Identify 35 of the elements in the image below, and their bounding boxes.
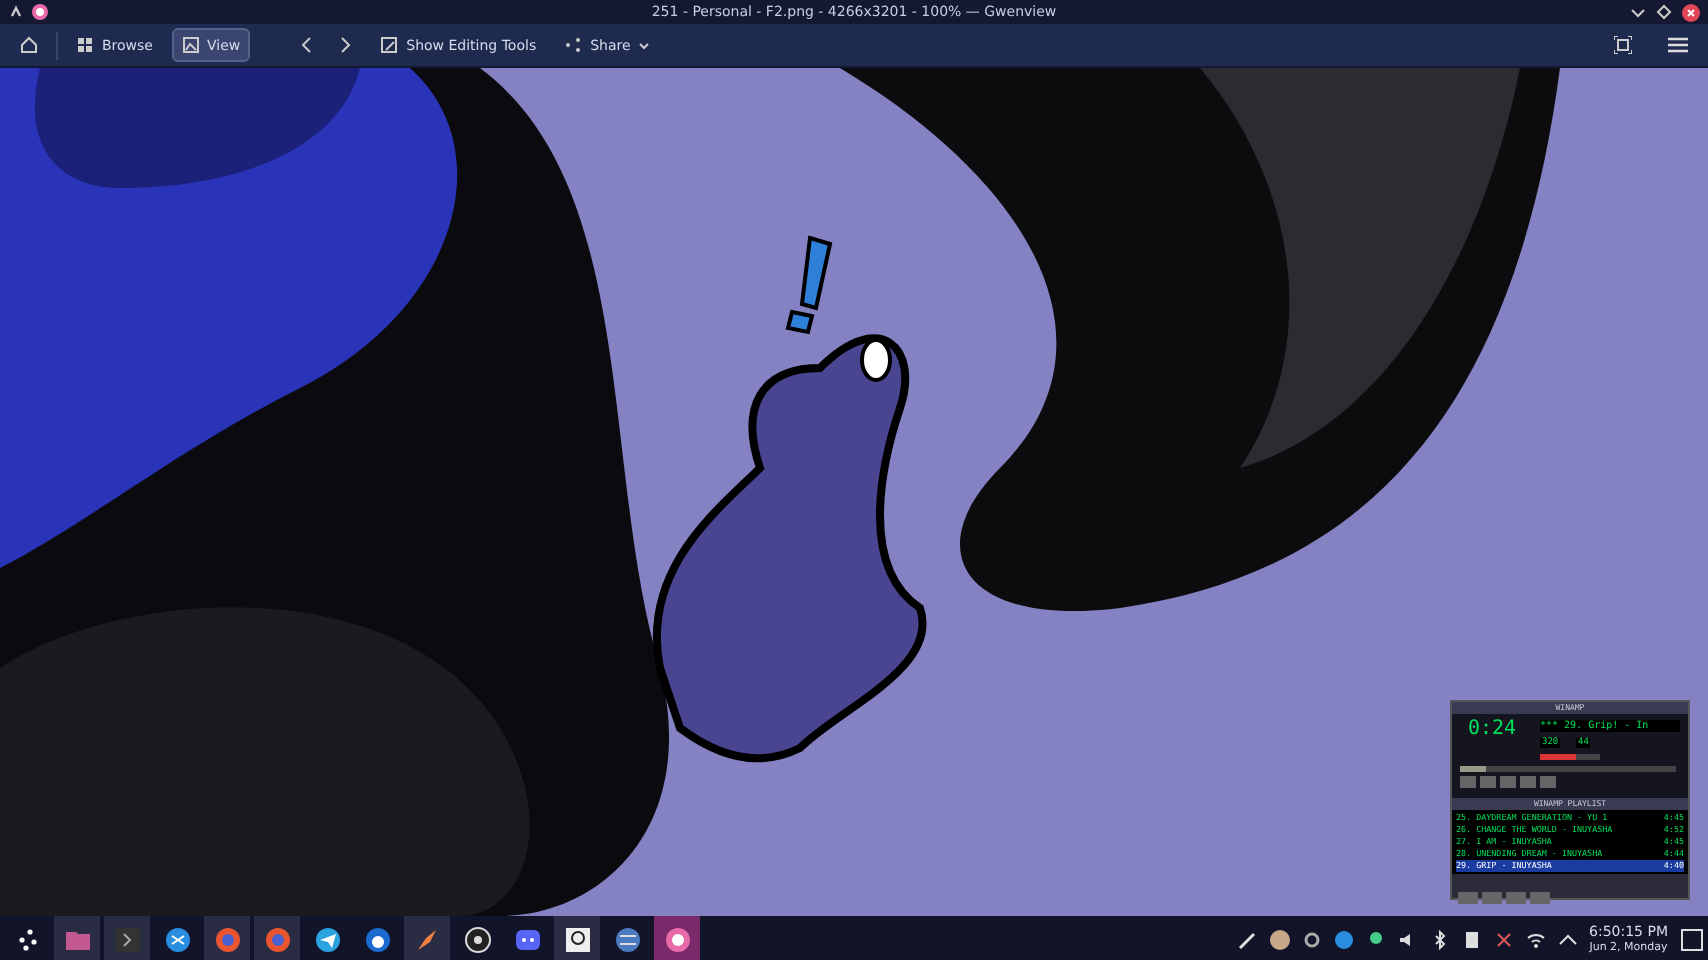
- chevron-left-icon: [300, 36, 313, 54]
- chevron-up-icon[interactable]: [1557, 929, 1578, 949]
- game-controller-icon: [513, 925, 541, 953]
- disc-icon: [663, 925, 691, 953]
- taskbar-app[interactable]: [654, 916, 700, 960]
- image-icon: [181, 36, 199, 54]
- minimize-icon[interactable]: [1630, 4, 1646, 20]
- launcher-icon: [15, 927, 39, 951]
- grid-icon: [76, 36, 94, 54]
- playback-controls-icon[interactable]: [1460, 776, 1560, 788]
- image-edit-icon: [380, 36, 399, 54]
- menu-icon: [1668, 36, 1688, 54]
- home-icon: [20, 36, 38, 54]
- chevron-right-icon: [340, 36, 353, 54]
- caret-icon: [638, 39, 651, 51]
- bluetooth-icon[interactable]: [1429, 929, 1450, 949]
- color-circle-icon[interactable]: [1269, 929, 1290, 949]
- share-icon: [564, 36, 583, 54]
- record-icon: [463, 925, 491, 953]
- wifi-icon[interactable]: [1525, 929, 1546, 949]
- maximize-icon[interactable]: [1656, 4, 1672, 20]
- close-icon[interactable]: [1682, 3, 1700, 21]
- time-display: 0:24: [1468, 718, 1517, 740]
- seek-bar[interactable]: [1460, 766, 1676, 772]
- terminal-icon: [113, 925, 141, 953]
- mute-icon[interactable]: [1493, 929, 1514, 949]
- pen-icon[interactable]: [1237, 929, 1258, 949]
- paper-plane-icon: [313, 925, 341, 953]
- volume-slider[interactable]: [1540, 754, 1600, 760]
- taskbar-app[interactable]: [554, 916, 600, 960]
- firefox-icon: [213, 925, 241, 953]
- show-desktop-icon[interactable]: [1680, 927, 1704, 951]
- app-icon: [30, 2, 50, 22]
- firefox-icon: [263, 925, 291, 953]
- fullscreen-icon: [1614, 36, 1632, 54]
